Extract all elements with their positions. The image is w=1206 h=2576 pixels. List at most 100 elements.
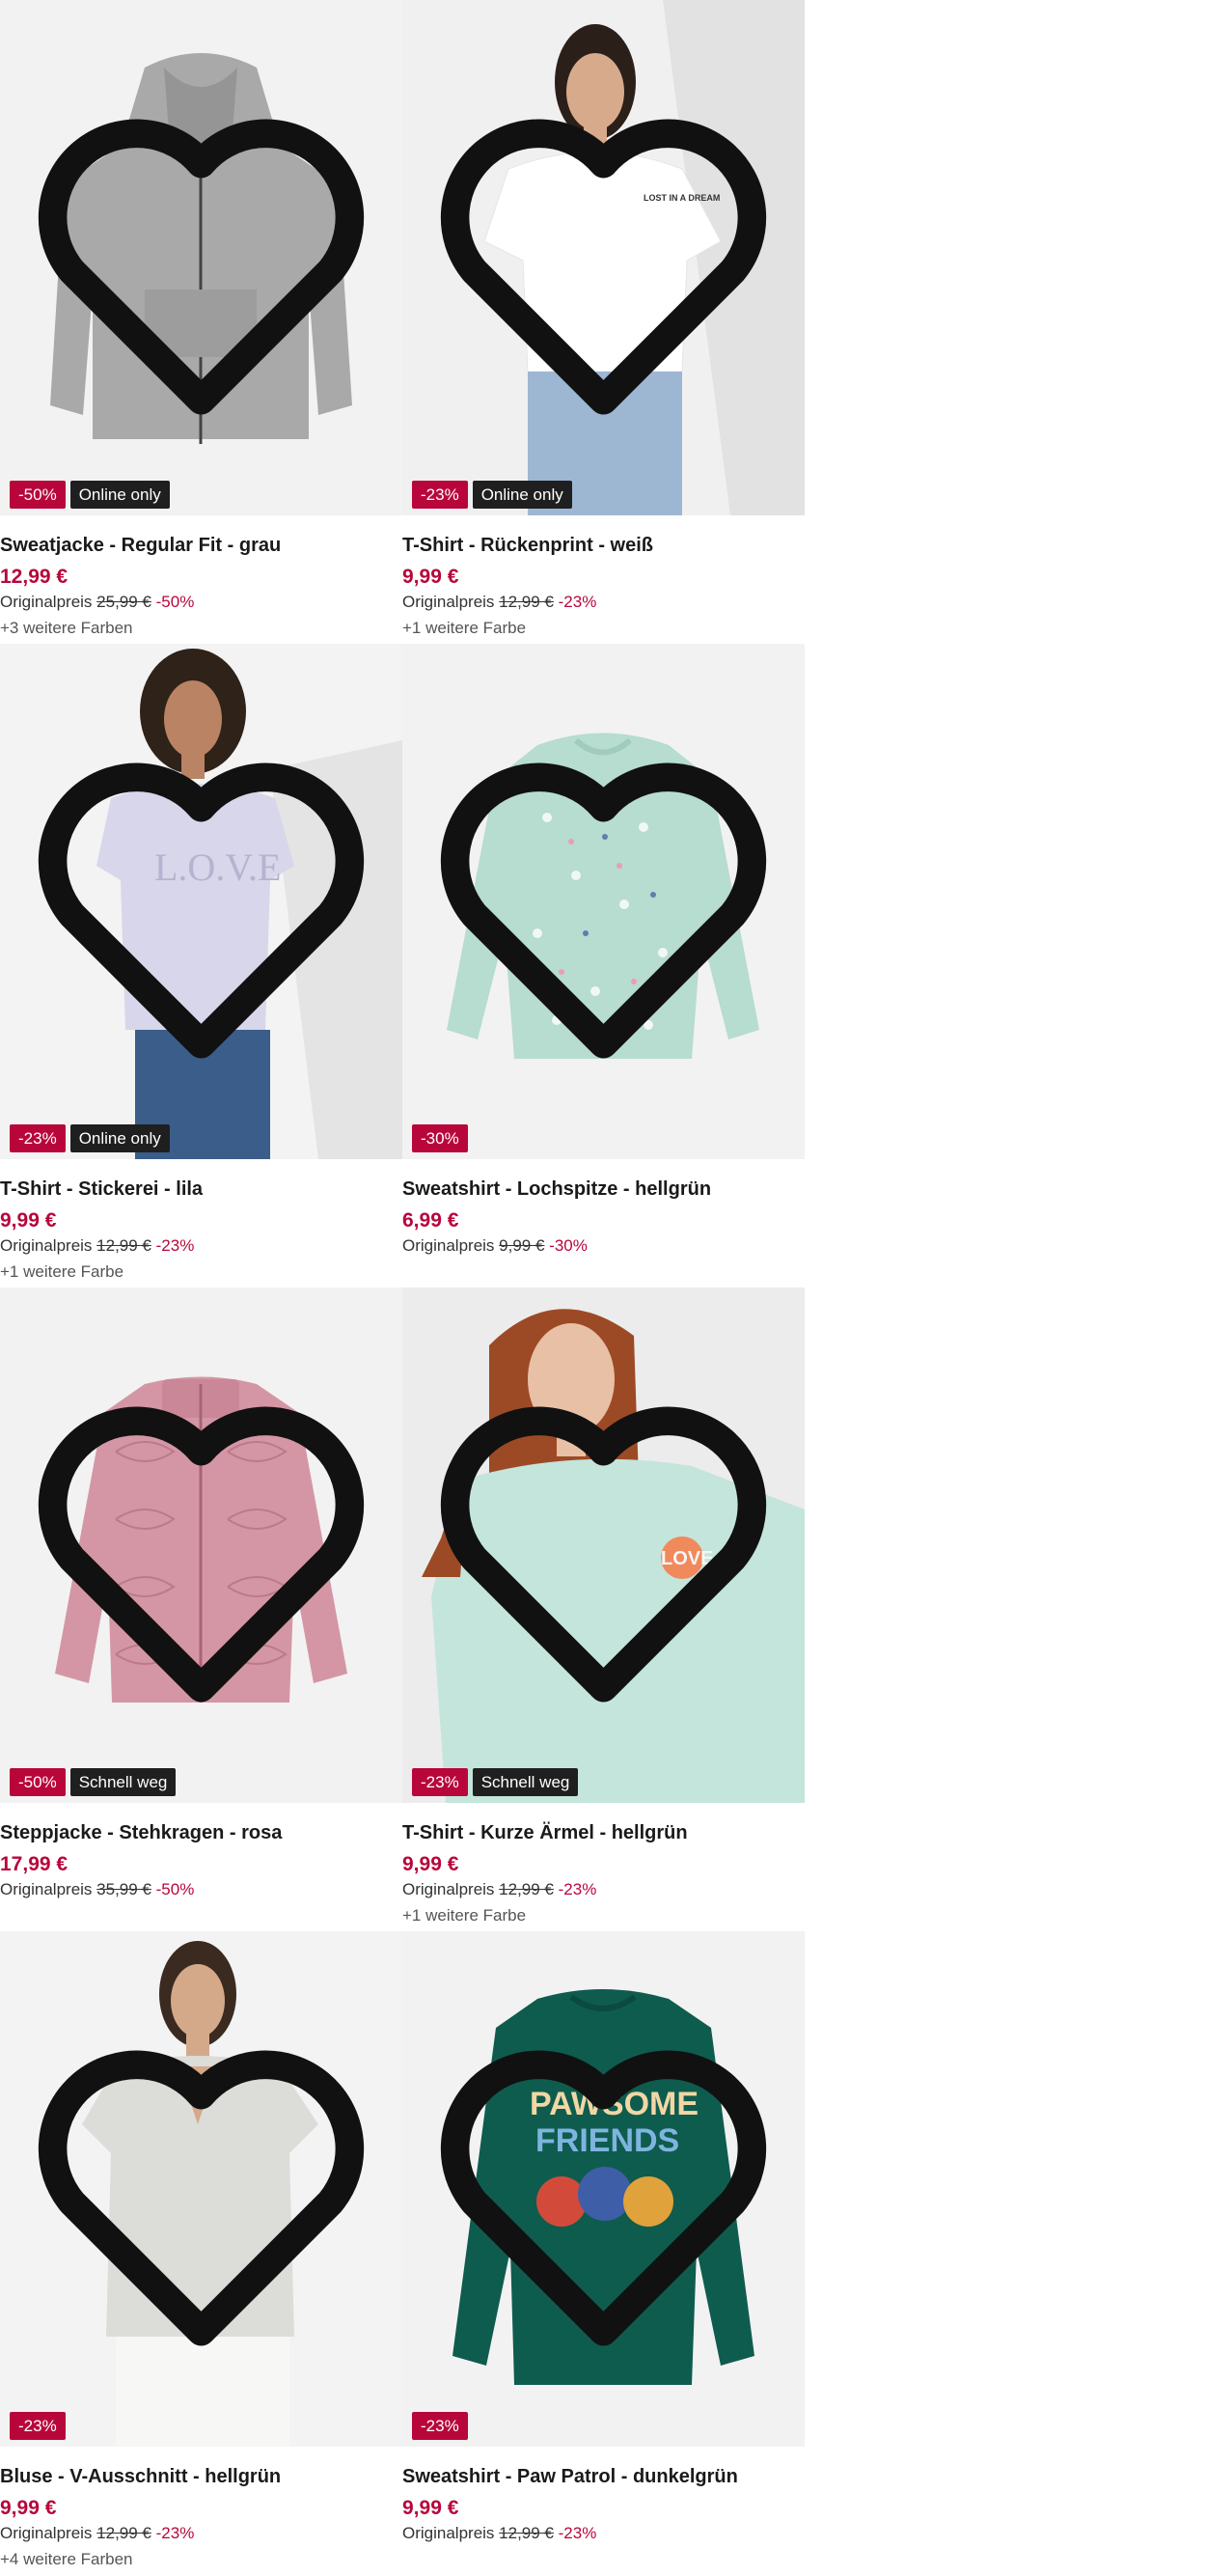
product-title[interactable]: Sweatshirt - Lochspitze - hellgrün xyxy=(402,1177,798,1202)
discount-percent: -50% xyxy=(155,593,195,611)
product-image[interactable]: -50% Schnell weg xyxy=(0,1288,402,1803)
discount-percent: -23% xyxy=(558,2524,597,2542)
product-image[interactable]: LOVE -23% Schnell weg xyxy=(402,1288,805,1803)
original-price-label: Originalpreis xyxy=(0,1236,93,1255)
badge-row: -23% Schnell weg xyxy=(412,1768,579,1796)
discount-badge: -50% xyxy=(10,1768,66,1796)
heart-icon[interactable] xyxy=(0,1931,402,2447)
discount-badge: -23% xyxy=(412,481,468,509)
online-only-badge: Online only xyxy=(69,481,170,509)
discount-percent: -30% xyxy=(549,1236,588,1255)
product-info: T-Shirt - Stickerei - lila 9,99 € Origin… xyxy=(0,1177,396,1282)
heart-icon[interactable] xyxy=(402,644,805,1159)
product-title[interactable]: Steppjacke - Stehkragen - rosa xyxy=(0,1820,396,1845)
original-price-row: Originalpreis 9,99 € -30% xyxy=(402,1235,798,1257)
discount-percent: -23% xyxy=(558,1880,597,1898)
discount-badge: -23% xyxy=(10,2412,66,2440)
product-info: T-Shirt - Rückenprint - weiß 9,99 € Orig… xyxy=(402,533,798,638)
product-image[interactable]: LOST IN A DREAM -23% Online only xyxy=(402,0,805,515)
product-card[interactable]: -30% Sweatshirt - Lochspitze - hellgrün … xyxy=(402,644,805,1288)
original-price-row: Originalpreis 12,99 € -23% xyxy=(0,1235,396,1257)
discount-percent: -50% xyxy=(155,1880,195,1898)
sale-price: 9,99 € xyxy=(402,1853,459,1875)
heart-icon[interactable] xyxy=(402,0,805,515)
badge-row: -50% Online only xyxy=(10,481,170,509)
product-info: Steppjacke - Stehkragen - rosa 17,99 € O… xyxy=(0,1820,396,1900)
original-price-label: Originalpreis xyxy=(0,2524,93,2542)
online-only-badge: Online only xyxy=(69,1124,170,1152)
more-colors-link[interactable]: +4 weitere Farben xyxy=(0,2550,396,2569)
sale-price: 9,99 € xyxy=(0,1209,57,1232)
original-price: 12,99 € xyxy=(96,1236,151,1255)
original-price-row: Originalpreis 35,99 € -50% xyxy=(0,1879,396,1900)
discount-percent: -23% xyxy=(155,1236,195,1255)
badge-row: -23% xyxy=(412,2412,468,2440)
discount-badge: -50% xyxy=(10,481,66,509)
online-only-badge: Online only xyxy=(472,481,572,509)
original-price: 12,99 € xyxy=(499,1880,554,1898)
original-price: 12,99 € xyxy=(499,593,554,611)
sale-price: 9,99 € xyxy=(0,2497,57,2519)
product-title[interactable]: Sweatshirt - Paw Patrol - dunkelgrün xyxy=(402,2464,798,2489)
sale-price: 9,99 € xyxy=(402,566,459,588)
product-title[interactable]: T-Shirt - Kurze Ärmel - hellgrün xyxy=(402,1820,798,1845)
discount-badge: -23% xyxy=(412,1768,468,1796)
original-price-label: Originalpreis xyxy=(402,2524,495,2542)
more-colors-link[interactable]: +1 weitere Farbe xyxy=(402,619,798,638)
discount-percent: -23% xyxy=(558,593,597,611)
original-price: 25,99 € xyxy=(96,593,151,611)
original-price-row: Originalpreis 12,99 € -23% xyxy=(402,592,798,613)
more-colors-link[interactable]: +1 weitere Farbe xyxy=(0,1262,396,1282)
product-card[interactable]: PAWSOME FRIENDS -23% Sweatshirt - Paw Pa… xyxy=(402,1931,805,2575)
original-price-label: Originalpreis xyxy=(402,1236,495,1255)
more-colors-link[interactable]: +3 weitere Farben xyxy=(0,619,396,638)
product-image[interactable]: PAWSOME FRIENDS -23% xyxy=(402,1931,805,2447)
original-price: 9,99 € xyxy=(499,1236,545,1255)
badge-row: -50% Schnell weg xyxy=(10,1768,177,1796)
product-info: Bluse - V-Ausschnitt - hellgrün 9,99 € O… xyxy=(0,2464,396,2569)
original-price-label: Originalpreis xyxy=(402,593,495,611)
heart-icon[interactable] xyxy=(402,1931,805,2447)
heart-icon[interactable] xyxy=(402,1288,805,1803)
product-title[interactable]: T-Shirt - Stickerei - lila xyxy=(0,1177,396,1202)
badge-row: -23% Online only xyxy=(10,1124,170,1152)
product-title[interactable]: Sweatjacke - Regular Fit - grau xyxy=(0,533,396,558)
original-price-label: Originalpreis xyxy=(402,1880,495,1898)
product-card[interactable]: -50% Schnell weg Steppjacke - Stehkragen… xyxy=(0,1288,402,1931)
original-price-row: Originalpreis 25,99 € -50% xyxy=(0,592,396,613)
original-price-row: Originalpreis 12,99 € -23% xyxy=(402,2523,798,2544)
sale-price: 9,99 € xyxy=(402,2497,459,2519)
product-card[interactable]: -23% Bluse - V-Ausschnitt - hellgrün 9,9… xyxy=(0,1931,402,2575)
product-card[interactable]: L.O.V.E -23% Online only T-Shirt - Stick… xyxy=(0,644,402,1288)
product-info: Sweatjacke - Regular Fit - grau 12,99 € … xyxy=(0,533,396,638)
original-price-label: Originalpreis xyxy=(0,593,93,611)
badge-row: -23% xyxy=(10,2412,66,2440)
original-price: 35,99 € xyxy=(96,1880,151,1898)
product-title[interactable]: T-Shirt - Rückenprint - weiß xyxy=(402,533,798,558)
discount-badge: -30% xyxy=(412,1124,468,1152)
product-title[interactable]: Bluse - V-Ausschnitt - hellgrün xyxy=(0,2464,396,2489)
product-image[interactable]: -50% Online only xyxy=(0,0,402,515)
product-info: Sweatshirt - Paw Patrol - dunkelgrün 9,9… xyxy=(402,2464,798,2544)
original-price-row: Originalpreis 12,99 € -23% xyxy=(402,1879,798,1900)
product-card[interactable]: LOST IN A DREAM -23% Online only T-Shirt… xyxy=(402,0,805,644)
heart-icon[interactable] xyxy=(0,1288,402,1803)
product-image[interactable]: -30% xyxy=(402,644,805,1159)
badge-row: -30% xyxy=(412,1124,468,1152)
product-info: Sweatshirt - Lochspitze - hellgrün 6,99 … xyxy=(402,1177,798,1257)
product-image[interactable]: -23% xyxy=(0,1931,402,2447)
badge-row: -23% Online only xyxy=(412,481,572,509)
heart-icon[interactable] xyxy=(0,644,402,1159)
product-card[interactable]: -50% Online only Sweatjacke - Regular Fi… xyxy=(0,0,402,644)
discount-percent: -23% xyxy=(155,2524,195,2542)
heart-icon[interactable] xyxy=(0,0,402,515)
original-price: 12,99 € xyxy=(499,2524,554,2542)
sale-price: 6,99 € xyxy=(402,1209,459,1232)
product-image[interactable]: L.O.V.E -23% Online only xyxy=(0,644,402,1159)
more-colors-link[interactable]: +1 weitere Farbe xyxy=(402,1906,798,1925)
product-card[interactable]: LOVE -23% Schnell weg T-Shirt - Kurze Är… xyxy=(402,1288,805,1931)
product-info: T-Shirt - Kurze Ärmel - hellgrün 9,99 € … xyxy=(402,1820,798,1925)
schnell-weg-badge: Schnell weg xyxy=(472,1768,579,1796)
original-price-row: Originalpreis 12,99 € -23% xyxy=(0,2523,396,2544)
original-price: 12,99 € xyxy=(96,2524,151,2542)
